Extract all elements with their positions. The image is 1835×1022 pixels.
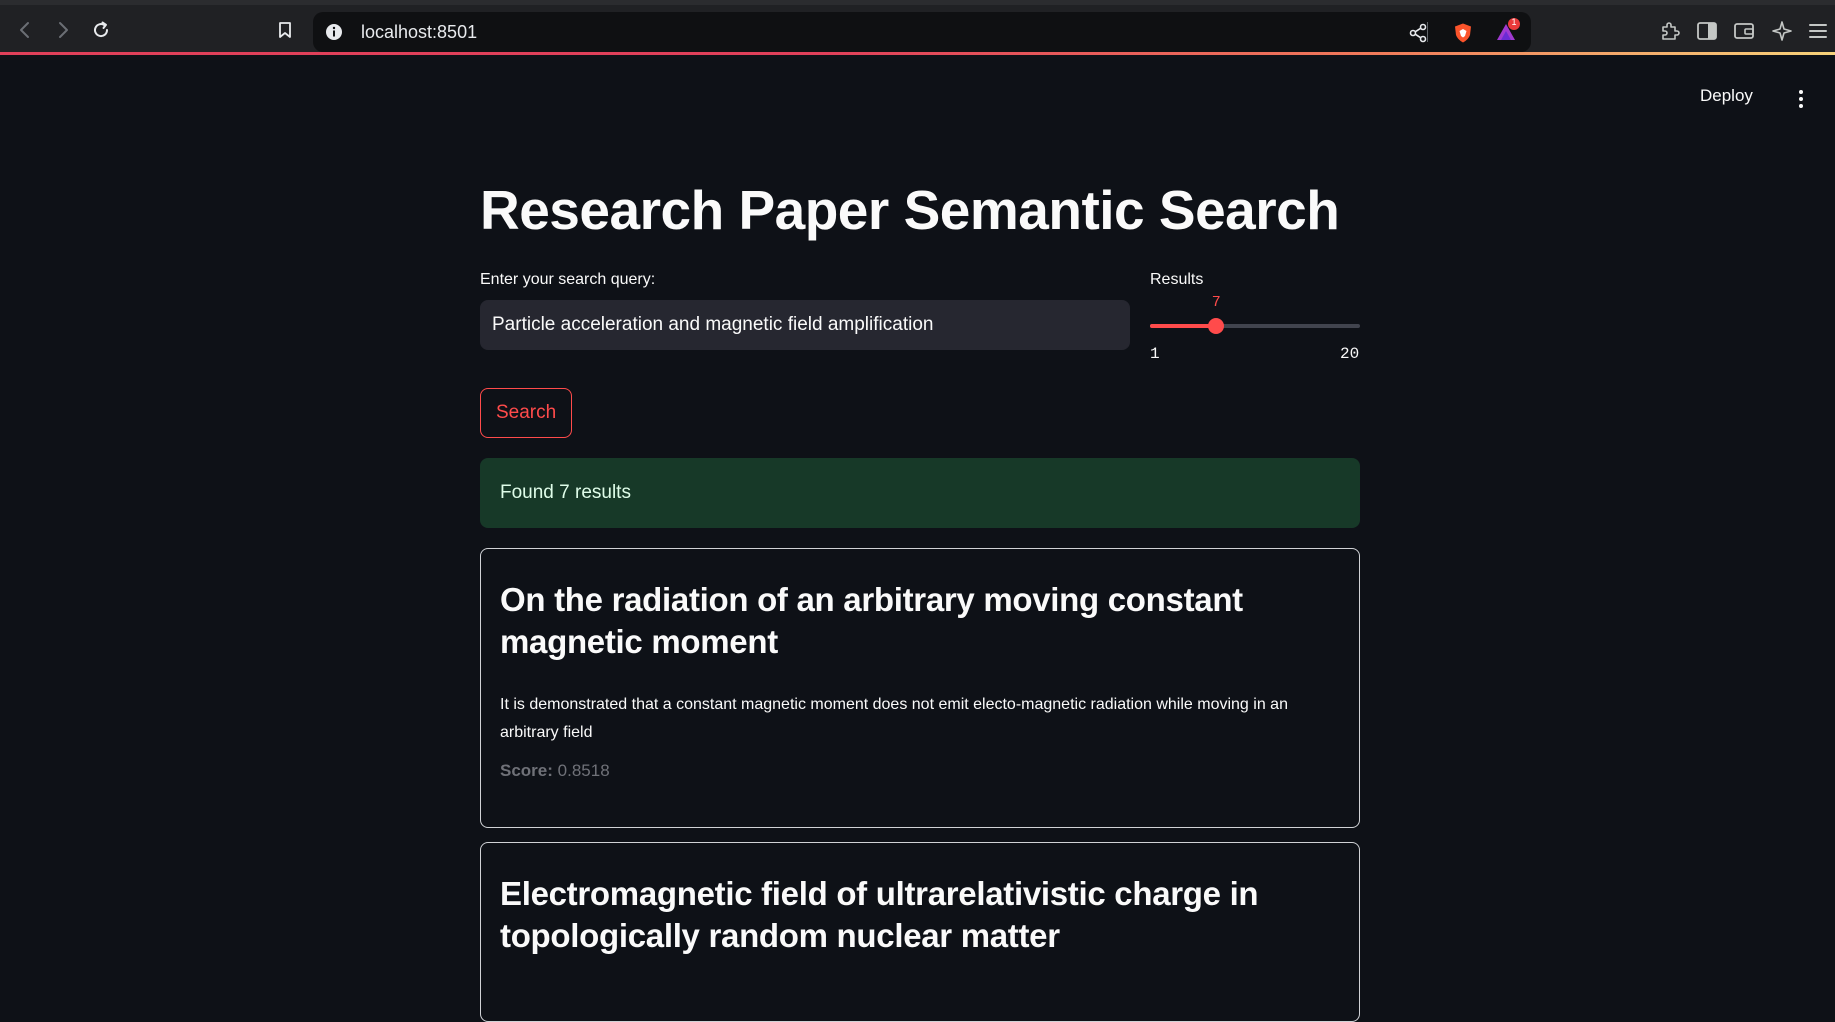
- slider-value: 7: [1211, 294, 1221, 311]
- leo-ai-icon[interactable]: [1770, 19, 1794, 43]
- share-icon[interactable]: [1407, 22, 1429, 44]
- menu-icon[interactable]: [1806, 19, 1830, 43]
- back-icon: [20, 22, 29, 38]
- score-value: 0.8518: [557, 761, 610, 780]
- forward-button[interactable]: [50, 17, 76, 43]
- back-button[interactable]: [12, 17, 38, 43]
- kebab-menu-icon[interactable]: [1792, 88, 1810, 110]
- browser-toolbar: localhost:8501 1: [0, 0, 1835, 52]
- wallet-icon[interactable]: [1732, 19, 1756, 43]
- rewards-badge-count: 1: [1511, 17, 1517, 27]
- slider-thumb[interactable]: [1208, 318, 1225, 334]
- slider-min: 1: [1150, 345, 1160, 363]
- url-text[interactable]: localhost:8501: [361, 22, 477, 43]
- result-card: On the radiation of an arbitrary moving …: [480, 548, 1360, 828]
- bookmark-icon: [279, 22, 291, 38]
- search-button[interactable]: Search: [480, 388, 573, 438]
- reload-button[interactable]: [88, 17, 114, 43]
- query-label: Enter your search query:: [480, 271, 656, 288]
- forward-icon: [59, 22, 68, 38]
- slider-fill: [1150, 324, 1217, 328]
- results-slider[interactable]: 7: [1150, 294, 1360, 334]
- extensions-icon[interactable]: [1658, 19, 1682, 43]
- bookmark-button[interactable]: [272, 17, 298, 43]
- page-title: Research Paper Semantic Search: [480, 179, 1340, 241]
- results-slider-label: Results: [1150, 271, 1204, 288]
- search-input[interactable]: [480, 300, 1130, 350]
- success-alert: Found 7 results: [480, 458, 1360, 528]
- result-abstract: It is demonstrated that a constant magne…: [500, 696, 1288, 741]
- address-divider: [1427, 22, 1428, 42]
- info-icon[interactable]: [325, 23, 343, 41]
- slider-max: 20: [1340, 345, 1360, 363]
- sidebar-icon[interactable]: [1695, 19, 1719, 43]
- score-label: Score:: [500, 761, 553, 780]
- result-score: Score: 0.8518: [500, 761, 1340, 781]
- result-card: Electromagnetic field of ultrarelativist…: [480, 842, 1360, 1022]
- page-load-accent-line: [0, 52, 1835, 55]
- deploy-button[interactable]: Deploy: [1700, 86, 1753, 106]
- address-bar[interactable]: localhost:8501 1: [313, 12, 1531, 52]
- brave-shield-icon[interactable]: [1452, 22, 1474, 44]
- success-message: Found 7 results: [500, 482, 631, 503]
- result-title: On the radiation of an arbitrary moving …: [500, 581, 1243, 660]
- reload-icon: [94, 21, 109, 38]
- result-title: Electromagnetic field of ultrarelativist…: [500, 875, 1259, 954]
